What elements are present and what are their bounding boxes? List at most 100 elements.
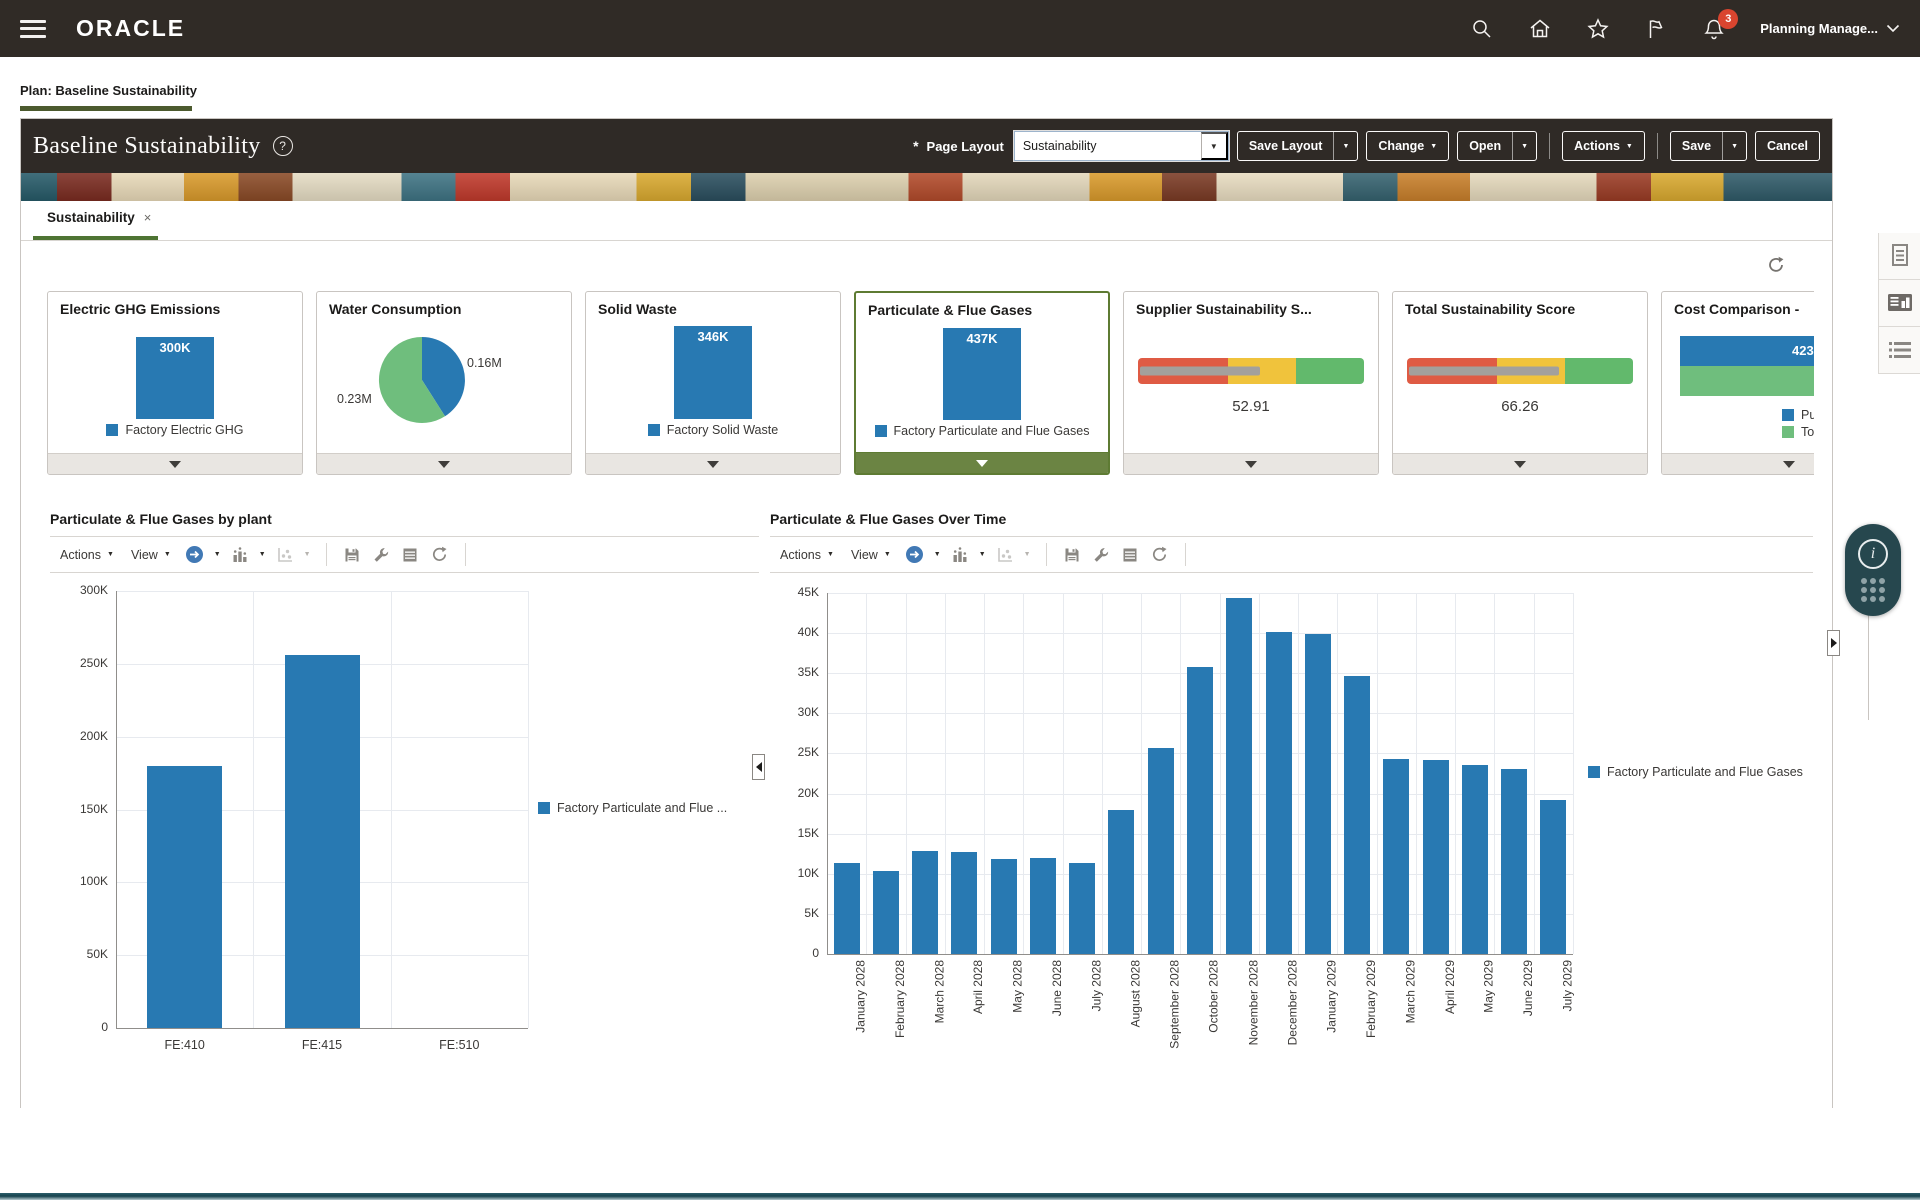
cancel-button[interactable]: Cancel — [1755, 131, 1820, 161]
chart-actions-menu[interactable]: Actions▼ — [776, 548, 838, 562]
gauge-track[interactable] — [1138, 358, 1364, 384]
infotile-expand-button[interactable] — [1124, 453, 1378, 474]
document-view-icon[interactable] — [1879, 233, 1920, 280]
bar[interactable] — [1187, 667, 1213, 954]
bar[interactable] — [1305, 634, 1331, 954]
save-dropdown[interactable]: ▼ — [1722, 132, 1746, 160]
page-layout-dropdown-button[interactable]: ▼ — [1201, 132, 1228, 160]
bar[interactable] — [1108, 810, 1134, 954]
watchlist-flag-icon[interactable] — [1644, 17, 1668, 41]
close-tab-icon[interactable]: × — [144, 210, 152, 225]
info-panel-pill[interactable]: i — [1845, 524, 1901, 616]
chart-refresh-icon[interactable] — [1149, 545, 1170, 564]
chart-format-icon[interactable] — [230, 546, 250, 564]
help-icon[interactable]: ? — [273, 136, 293, 156]
infotile-card[interactable]: Solid Waste346KFactory Solid Waste — [585, 291, 841, 475]
bar[interactable] — [991, 859, 1017, 954]
drill-icon[interactable] — [184, 545, 205, 564]
list-view-icon[interactable] — [1879, 327, 1920, 374]
hbar-bar[interactable] — [1680, 366, 1814, 396]
notifications-bell-icon[interactable]: 3 — [1702, 17, 1726, 41]
bar[interactable] — [147, 766, 222, 1028]
mini-bar[interactable]: 300K — [136, 337, 214, 419]
table-view-icon[interactable] — [1120, 546, 1140, 564]
page-tab-plan[interactable]: Plan: Baseline Sustainability — [20, 83, 197, 98]
bar[interactable] — [1540, 800, 1566, 954]
tools-wrench-icon[interactable] — [1091, 546, 1111, 564]
favorites-star-icon[interactable] — [1586, 17, 1610, 41]
infotile-card[interactable]: Total Sustainability Score66.26 — [1392, 291, 1648, 475]
y-axis-tick-label: 5K — [767, 906, 819, 920]
bar[interactable] — [834, 863, 860, 954]
drill-caret[interactable]: ▼ — [934, 551, 941, 558]
grid-dots-icon — [1861, 578, 1885, 602]
bar[interactable] — [1148, 748, 1174, 954]
mini-bar[interactable]: 437K — [943, 328, 1021, 420]
bar[interactable] — [1383, 759, 1409, 954]
actions-button[interactable]: Actions▼ — [1562, 131, 1645, 161]
chart-format-caret[interactable]: ▼ — [979, 551, 986, 558]
mini-bar[interactable]: 346K — [674, 326, 752, 419]
infotile-expand-button[interactable] — [856, 452, 1108, 473]
bar[interactable] — [912, 851, 938, 954]
bar[interactable] — [1423, 760, 1449, 954]
bar[interactable] — [285, 655, 360, 1028]
tools-wrench-icon[interactable] — [371, 546, 391, 564]
bar[interactable] — [873, 871, 899, 954]
bar[interactable] — [1462, 765, 1488, 954]
bar[interactable] — [1266, 632, 1292, 954]
export-icon[interactable] — [1062, 546, 1082, 564]
infotile-card[interactable]: Particulate & Flue Gases437KFactory Part… — [854, 291, 1110, 475]
save-layout-button[interactable]: Save Layout ▼ — [1237, 131, 1359, 161]
infotile-card[interactable]: Cost Comparison - 423Purchasing CosTotal… — [1661, 291, 1814, 475]
infotile-body: 346KFactory Solid Waste — [586, 320, 840, 453]
bar[interactable] — [951, 852, 977, 954]
infotile-expand-button[interactable] — [48, 453, 302, 474]
save-layout-dropdown[interactable]: ▼ — [1333, 132, 1357, 160]
infotile-card[interactable]: Electric GHG Emissions300KFactory Electr… — [47, 291, 303, 475]
tab-sustainability[interactable]: Sustainability × — [47, 210, 151, 225]
chart-format-caret[interactable]: ▼ — [259, 551, 266, 558]
y-axis-line — [827, 593, 828, 954]
bar[interactable] — [1501, 769, 1527, 954]
export-icon[interactable] — [342, 546, 362, 564]
scatter-view-icon — [995, 546, 1015, 564]
infotile-expand-button[interactable] — [586, 453, 840, 474]
navigation-menu-icon[interactable] — [20, 20, 46, 38]
infotile-expand-button[interactable] — [1662, 453, 1814, 474]
user-menu[interactable]: Planning Manage... — [1760, 21, 1900, 36]
change-button[interactable]: Change▼ — [1366, 131, 1449, 161]
bar[interactable] — [1344, 676, 1370, 954]
chart-view-menu[interactable]: View▼ — [847, 548, 895, 562]
x-axis-category-label: February 2029 — [1364, 960, 1378, 1038]
infotile-card[interactable]: Water Consumption0.16M0.23M — [316, 291, 572, 475]
gauge-track[interactable] — [1407, 358, 1633, 384]
bar[interactable] — [1069, 863, 1095, 954]
page-layout-value[interactable]: Sustainability — [1015, 132, 1201, 160]
save-button[interactable]: Save ▼ — [1670, 131, 1747, 161]
infotile-view-icon[interactable] — [1879, 280, 1920, 327]
chart-actions-menu[interactable]: Actions▼ — [56, 548, 118, 562]
panel-expand-handle[interactable] — [1827, 630, 1840, 656]
hbar-bar[interactable]: 423 — [1680, 336, 1814, 366]
panel-collapse-handle[interactable] — [752, 754, 765, 780]
bar[interactable] — [1226, 598, 1252, 954]
bar[interactable] — [1030, 858, 1056, 954]
refresh-icon[interactable] — [1766, 255, 1786, 278]
pie-chart[interactable] — [378, 336, 466, 424]
open-button[interactable]: Open ▼ — [1457, 131, 1537, 161]
infotile-expand-button[interactable] — [317, 453, 571, 474]
infotile-card[interactable]: Supplier Sustainability S...52.91 — [1123, 291, 1379, 475]
search-icon[interactable] — [1470, 17, 1494, 41]
chart-format-icon[interactable] — [950, 546, 970, 564]
x-axis-category-label: December 2028 — [1286, 960, 1300, 1045]
open-dropdown[interactable]: ▼ — [1512, 132, 1536, 160]
drill-icon[interactable] — [904, 545, 925, 564]
chart-refresh-icon[interactable] — [429, 545, 450, 564]
chart-view-menu[interactable]: View▼ — [127, 548, 175, 562]
table-view-icon[interactable] — [400, 546, 420, 564]
infotile-expand-button[interactable] — [1393, 453, 1647, 474]
page-tab-active-underline — [20, 106, 192, 111]
drill-caret[interactable]: ▼ — [214, 551, 221, 558]
home-icon[interactable] — [1528, 17, 1552, 41]
